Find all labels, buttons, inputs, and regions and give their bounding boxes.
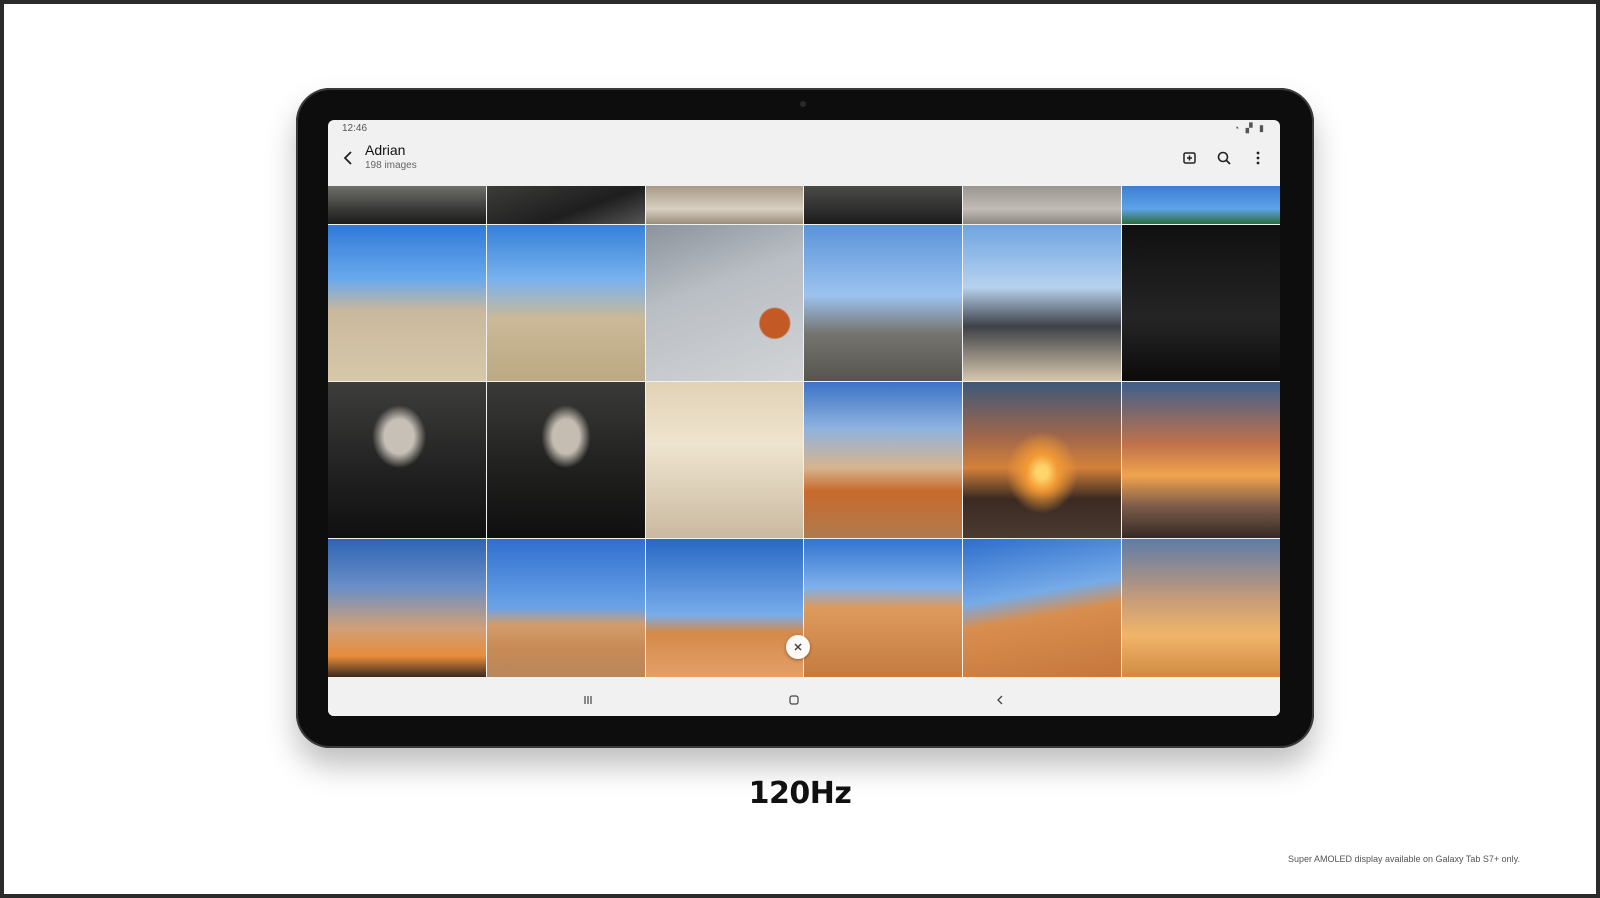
search-icon (1217, 151, 1231, 165)
close-icon (794, 643, 802, 651)
photo-thumbnail[interactable] (328, 539, 486, 677)
photo-thumbnail[interactable] (804, 225, 963, 381)
toolbar-actions (1178, 146, 1270, 170)
photo-thumbnail[interactable] (486, 186, 645, 224)
status-time: 12:46 (342, 123, 368, 134)
photo-thumbnail[interactable] (486, 225, 645, 381)
album-title: Adrian (365, 142, 406, 158)
photo-thumbnail[interactable] (963, 186, 1122, 224)
photo-thumbnail[interactable] (963, 225, 1122, 381)
add-to-album-icon (1183, 152, 1196, 164)
back-button[interactable] (336, 146, 360, 170)
recents-icon (584, 696, 592, 704)
photo-thumbnail[interactable] (1122, 539, 1280, 677)
gallery-screen: 12:46 ◔ ▞ ▮ Adrian 198 images (328, 120, 1280, 716)
photo-thumbnail[interactable] (804, 186, 963, 224)
app-bar: Adrian 198 images (328, 138, 1280, 186)
add-to-album-button[interactable] (1178, 146, 1202, 170)
presentation-slide: 12:46 ◔ ▞ ▮ Adrian 198 images 120Hz Supe… (4, 4, 1596, 894)
front-camera (800, 101, 806, 107)
photo-thumbnail[interactable] (963, 382, 1122, 538)
photo-thumbnail[interactable] (1122, 225, 1280, 381)
photo-thumbnail[interactable] (804, 382, 963, 538)
photo-thumbnail[interactable] (328, 186, 486, 224)
home-button[interactable] (784, 690, 804, 710)
slide-headline: 120Hz (748, 776, 852, 811)
more-options-button[interactable] (1246, 146, 1270, 170)
photo-thumbnail[interactable] (486, 539, 645, 677)
photo-thumbnail[interactable] (645, 225, 804, 381)
photo-thumbnail[interactable] (328, 225, 486, 381)
image-count: 198 images (365, 160, 417, 171)
search-button[interactable] (1212, 146, 1236, 170)
recents-button[interactable] (578, 690, 598, 710)
photo-thumbnail[interactable] (1122, 382, 1280, 538)
photo-thumbnail[interactable] (963, 539, 1122, 677)
photo-thumbnail[interactable] (645, 539, 804, 677)
photo-thumbnail[interactable] (328, 382, 486, 538)
photo-thumbnail[interactable] (804, 539, 963, 677)
tablet-device: 12:46 ◔ ▞ ▮ Adrian 198 images (296, 88, 1314, 748)
chevron-left-icon (343, 151, 352, 165)
photo-thumbnail[interactable] (1122, 186, 1280, 224)
photo-thumbnail[interactable] (645, 186, 804, 224)
nav-back-button[interactable] (990, 690, 1010, 710)
photo-thumbnail[interactable] (486, 382, 645, 538)
scroll-to-top-button[interactable] (786, 635, 810, 659)
photo-grid (328, 186, 1280, 700)
home-icon (789, 695, 799, 705)
more-options-icon (1256, 151, 1260, 165)
back-icon (997, 695, 1003, 705)
navigation-bar (328, 684, 1280, 716)
status-icons: ◔ ▞ ▮ (1233, 123, 1266, 133)
status-bar: 12:46 ◔ ▞ ▮ (328, 120, 1280, 138)
slide-footnote: Super AMOLED display available on Galaxy… (1287, 854, 1520, 864)
photo-thumbnail[interactable] (645, 382, 804, 538)
